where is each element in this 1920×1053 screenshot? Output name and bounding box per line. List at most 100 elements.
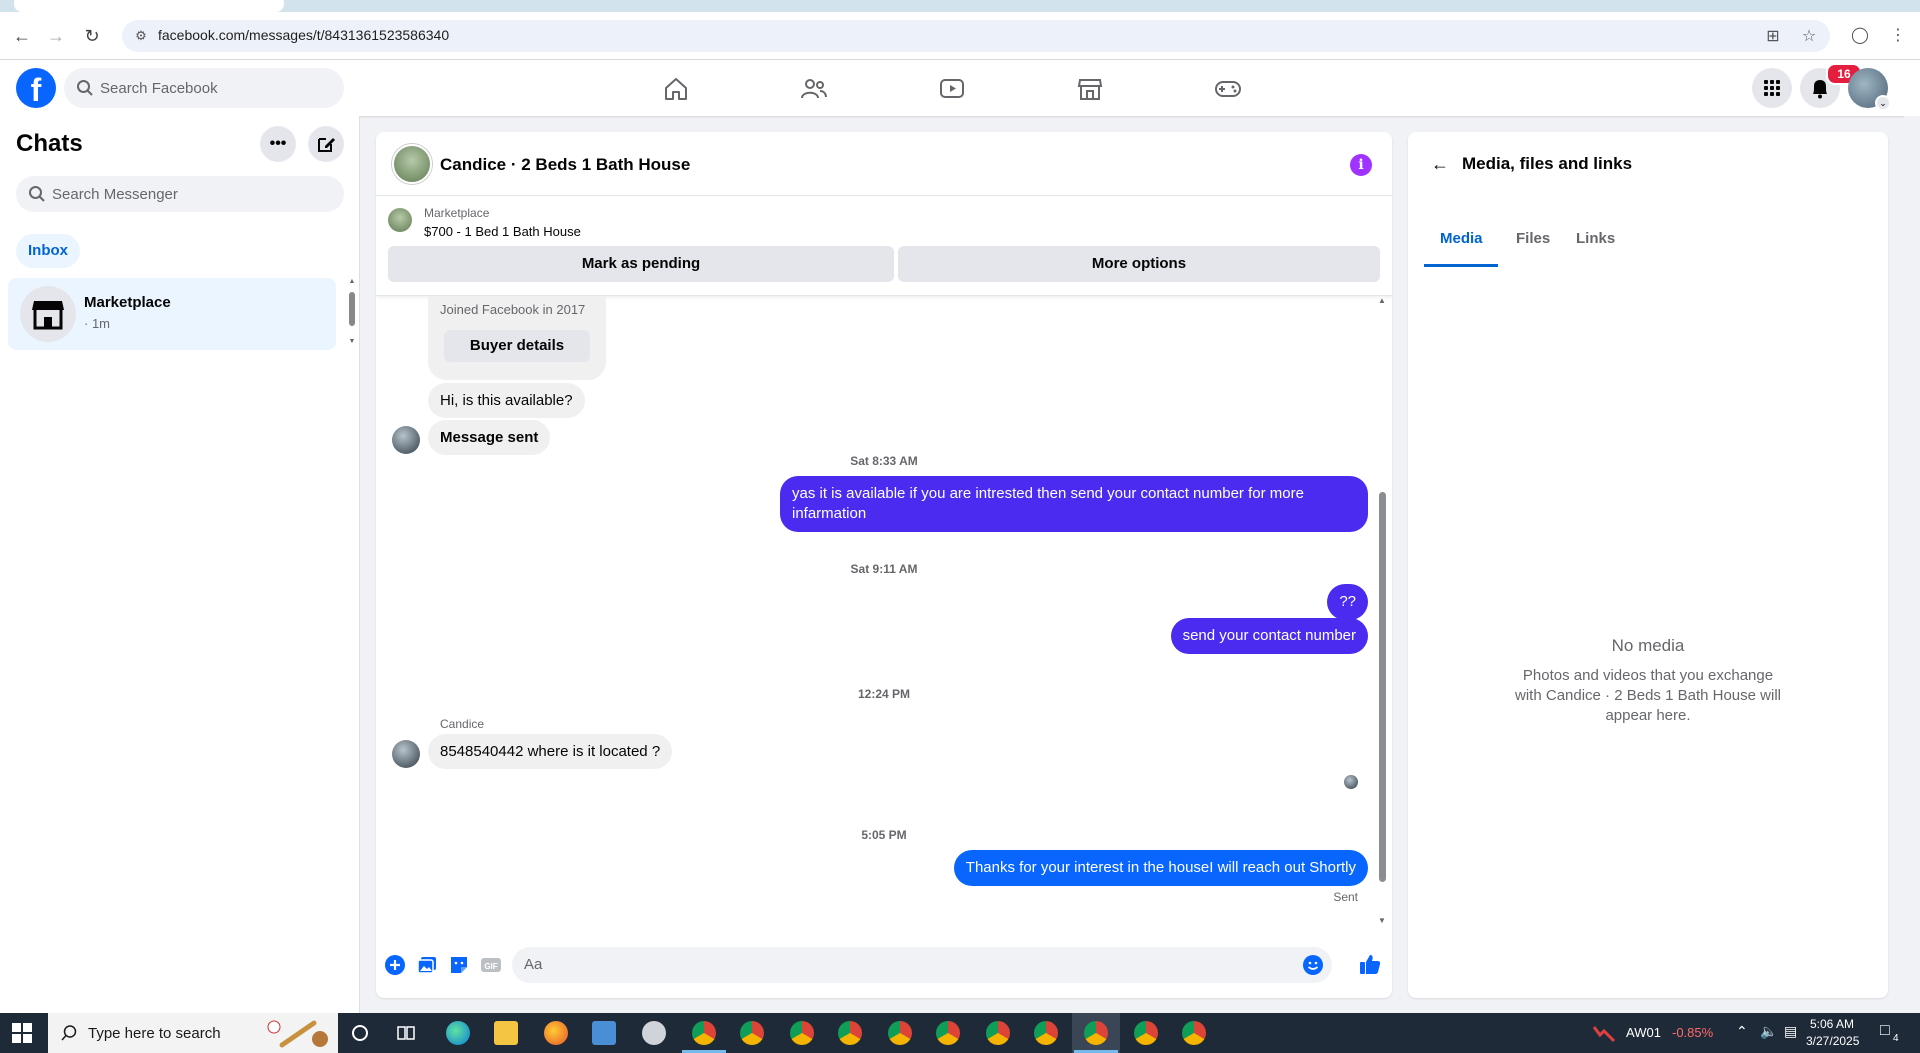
photo-icon[interactable]: [416, 954, 438, 976]
chrome-icon[interactable]: [838, 1021, 862, 1045]
menu-grid-button[interactable]: [1752, 68, 1792, 108]
listing-thumbnail[interactable]: [388, 208, 412, 232]
scroll-thumb[interactable]: [1379, 492, 1386, 882]
photos-app-icon[interactable]: [592, 1021, 616, 1045]
listing-title[interactable]: $700 - 1 Bed 1 Bath House: [424, 224, 581, 239]
seen-receipt-avatar: [1344, 775, 1358, 789]
compose-icon: [318, 138, 335, 152]
taskbar-search-input[interactable]: Type here to search: [48, 1013, 338, 1053]
back-icon[interactable]: ←: [10, 24, 34, 48]
chrome-icon[interactable]: [888, 1021, 912, 1045]
message-input[interactable]: Aa: [512, 947, 1332, 983]
video-icon[interactable]: [938, 76, 966, 102]
address-url[interactable]: facebook.com/messages/t/8431361523586340: [158, 27, 449, 43]
taskbar-search-placeholder: Type here to search: [88, 1025, 221, 1042]
install-app-icon[interactable]: ⊞: [1762, 26, 1784, 48]
marketplace-icon[interactable]: [1076, 76, 1104, 102]
chrome-menu-icon[interactable]: ⋮: [1886, 24, 1910, 48]
messenger-search-input[interactable]: Search Messenger: [16, 176, 344, 212]
facebook-header: f Search Facebook 16 ⌄: [0, 60, 1920, 116]
forward-icon[interactable]: →: [44, 24, 68, 48]
chrome-icon[interactable]: [692, 1021, 716, 1045]
friends-icon[interactable]: [800, 76, 828, 102]
incoming-message[interactable]: 8548540442 where is it located ?: [428, 734, 673, 769]
info-icon[interactable]: i: [1350, 154, 1372, 176]
search-icon: [61, 1025, 77, 1041]
chrome-icon[interactable]: [936, 1021, 960, 1045]
show-hidden-icons-chevron-up-icon[interactable]: ⌃: [1736, 1023, 1748, 1040]
sender-avatar[interactable]: [392, 740, 420, 768]
inbox-filter-tab[interactable]: Inbox: [16, 234, 80, 268]
profile-icon[interactable]: ◯: [1848, 24, 1872, 48]
reload-icon[interactable]: ↻: [80, 24, 104, 48]
tab-links[interactable]: Links: [1576, 230, 1615, 247]
volume-icon[interactable]: 🔈: [1760, 1023, 1777, 1040]
task-view-icon[interactable]: [396, 1023, 416, 1043]
mark-as-pending-button[interactable]: Mark as pending: [388, 246, 894, 282]
marketplace-avatar: [20, 286, 76, 342]
thumbs-up-icon[interactable]: [1358, 952, 1382, 976]
outgoing-message[interactable]: yas it is available if you are intrested…: [780, 476, 1368, 532]
app-icon[interactable]: [642, 1021, 666, 1045]
buyer-details-button[interactable]: Buyer details: [444, 330, 590, 362]
home-icon[interactable]: [662, 76, 690, 102]
action-center-count: 4: [1893, 1033, 1899, 1044]
clock-time[interactable]: 5:06 AM: [1810, 1017, 1854, 1031]
page-scrollbar[interactable]: [1904, 116, 1920, 1013]
back-arrow-icon[interactable]: ←: [1428, 152, 1452, 176]
timestamp: Sat 8:33 AM: [850, 454, 918, 468]
bookmark-star-icon[interactable]: ☆: [1798, 26, 1820, 48]
new-message-button[interactable]: [308, 126, 344, 162]
scroll-up-icon[interactable]: ▲: [1376, 296, 1388, 305]
browser-active-tab[interactable]: [14, 0, 284, 12]
firefox-icon[interactable]: [544, 1021, 568, 1045]
scroll-down-icon[interactable]: ▼: [348, 338, 356, 345]
chrome-icon[interactable]: [790, 1021, 814, 1045]
action-center-icon[interactable]: □: [1880, 1022, 1890, 1040]
emoji-icon[interactable]: [1302, 954, 1324, 976]
chrome-icon[interactable]: [1034, 1021, 1058, 1045]
empty-state-title: No media: [1611, 636, 1685, 655]
chrome-icon[interactable]: [1134, 1021, 1158, 1045]
tab-media[interactable]: Media: [1440, 230, 1483, 247]
edge-icon[interactable]: [446, 1021, 470, 1045]
facebook-logo[interactable]: f: [16, 68, 56, 108]
chat-list-item[interactable]: Marketplace · 1m: [8, 278, 336, 350]
browser-tabstrip: [0, 0, 1920, 12]
file-explorer-icon[interactable]: [494, 1021, 518, 1045]
chats-options-button[interactable]: •••: [260, 126, 296, 162]
network-icon[interactable]: ▤: [1784, 1023, 1797, 1040]
conversation-title[interactable]: Candice · 2 Beds 1 Bath House: [440, 155, 690, 175]
chrome-icon[interactable]: [986, 1021, 1010, 1045]
incoming-message[interactable]: Message sent: [428, 420, 551, 455]
gaming-icon[interactable]: [1214, 76, 1242, 102]
scroll-up-icon[interactable]: ▲: [348, 278, 356, 285]
more-options-button[interactable]: More options: [898, 246, 1380, 282]
windows-start-icon[interactable]: [12, 1023, 32, 1043]
address-bar[interactable]: ⚙ facebook.com/messages/t/84313615235863…: [122, 20, 1830, 52]
outgoing-message[interactable]: send your contact number: [1170, 618, 1368, 654]
chrome-icon[interactable]: [1084, 1021, 1108, 1045]
ticker-change[interactable]: -0.85%: [1672, 1025, 1713, 1040]
outgoing-message[interactable]: Thanks for your interest in the houseI w…: [953, 850, 1368, 886]
gif-icon[interactable]: GIF: [480, 954, 502, 976]
clock-date[interactable]: 3/27/2025: [1806, 1034, 1859, 1048]
tab-files[interactable]: Files: [1516, 230, 1550, 247]
chat-list-scrollbar[interactable]: ▲ ▼: [348, 278, 356, 350]
cortana-icon[interactable]: [350, 1023, 370, 1043]
ticker-symbol[interactable]: AW01: [1626, 1025, 1661, 1040]
site-info-icon[interactable]: ⚙: [132, 27, 150, 45]
outgoing-message[interactable]: ??: [1327, 584, 1368, 620]
thread-scrollbar[interactable]: ▲ ▼: [1376, 296, 1388, 928]
sender-avatar[interactable]: [392, 426, 420, 454]
contact-avatar[interactable]: [392, 144, 432, 184]
facebook-search-input[interactable]: Search Facebook: [64, 68, 344, 108]
account-chevron-down-icon[interactable]: ⌄: [1875, 95, 1891, 111]
chrome-icon[interactable]: [740, 1021, 764, 1045]
scroll-down-icon[interactable]: ▼: [1376, 916, 1388, 925]
incoming-message[interactable]: Hi, is this available?: [428, 383, 585, 418]
scroll-thumb[interactable]: [349, 292, 355, 326]
plus-icon[interactable]: [384, 954, 406, 976]
sticker-icon[interactable]: [448, 954, 470, 976]
chrome-icon[interactable]: [1182, 1021, 1206, 1045]
